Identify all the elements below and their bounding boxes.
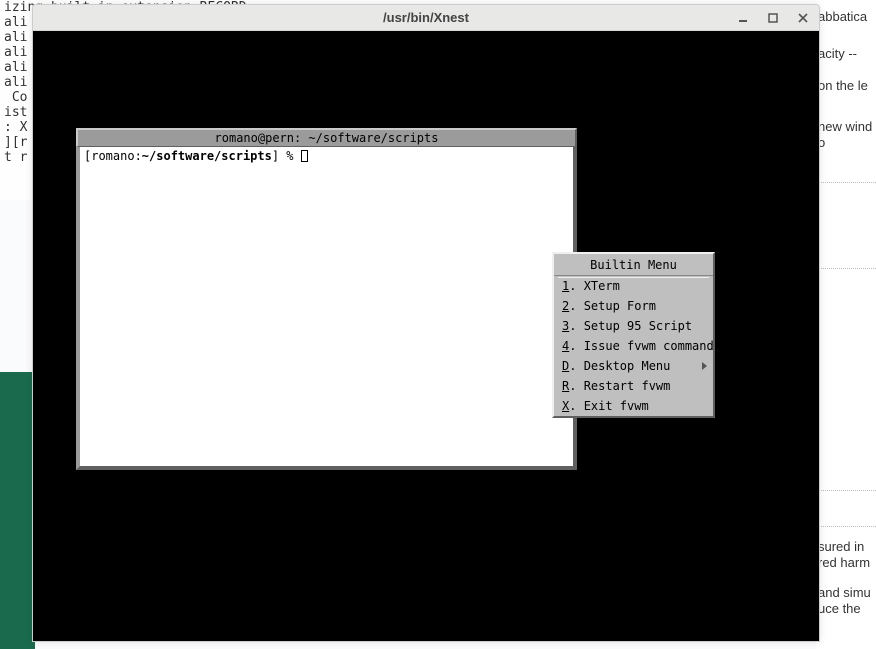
menu-item-label: Desktop Menu bbox=[584, 359, 671, 373]
xnest-titlebar[interactable]: /usr/bin/Xnest bbox=[33, 5, 819, 31]
bg-right-fragment: abbatica bbox=[818, 8, 867, 26]
xnest-title: /usr/bin/Xnest bbox=[383, 10, 469, 25]
bg-right-divider bbox=[816, 182, 876, 183]
prompt-user: [romano: bbox=[84, 149, 142, 163]
fvwm-menu-title: Builtin Menu bbox=[554, 254, 713, 276]
menu-separator: . bbox=[569, 279, 583, 293]
menu-accelerator: 3 bbox=[562, 319, 569, 333]
bg-right-fragment: red harm bbox=[818, 554, 870, 572]
fvwm-menu-item-setup-form[interactable]: 2. Setup Form bbox=[554, 296, 713, 316]
menu-separator: . bbox=[569, 379, 583, 393]
menu-item-label: Setup 95 Script bbox=[584, 319, 692, 333]
menu-accelerator: R bbox=[562, 379, 569, 393]
bg-right-fragment: uce the bbox=[818, 600, 861, 618]
bg-right-divider bbox=[816, 526, 876, 527]
menu-accelerator: 1 bbox=[562, 279, 569, 293]
bg-right-divider bbox=[816, 490, 876, 491]
fvwm-menu-item-restart-fvwm[interactable]: R. Restart fvwm bbox=[554, 376, 713, 396]
fvwm-menu-item-setup-95-script[interactable]: 3. Setup 95 Script bbox=[554, 316, 713, 336]
minimize-button[interactable] bbox=[731, 8, 755, 28]
menu-item-label: Setup Form bbox=[584, 299, 656, 313]
prompt-path: ~/software/scripts bbox=[142, 149, 272, 163]
close-icon bbox=[798, 13, 808, 23]
menu-separator: . bbox=[569, 339, 583, 353]
xnest-window: /usr/bin/Xnest romano@pern: ~/software/s… bbox=[32, 4, 820, 642]
fvwm-menu-item-exit-fvwm[interactable]: X. Exit fvwm bbox=[554, 396, 713, 416]
xterm-window: romano@pern: ~/software/scripts [romano:… bbox=[76, 128, 577, 470]
bg-right-divider bbox=[816, 268, 876, 269]
prompt-suffix: ] % bbox=[272, 149, 301, 163]
xterm-title-text: romano@pern: ~/software/scripts bbox=[215, 131, 439, 145]
menu-item-label: Issue fvwm commands bbox=[584, 339, 721, 353]
menu-accelerator: X bbox=[562, 399, 569, 413]
close-button[interactable] bbox=[791, 8, 815, 28]
menu-separator: . bbox=[569, 319, 583, 333]
menu-accelerator: 4 bbox=[562, 339, 569, 353]
menu-separator: . bbox=[569, 399, 583, 413]
background-green-panel bbox=[0, 372, 35, 649]
minimize-icon bbox=[738, 13, 748, 23]
menu-item-label: XTerm bbox=[584, 279, 620, 293]
fvwm-menu-item-issue-fvwm-commands[interactable]: 4. Issue fvwm commands bbox=[554, 336, 713, 356]
menu-separator: . bbox=[569, 359, 583, 373]
window-controls bbox=[731, 5, 815, 31]
submenu-arrow-icon bbox=[702, 362, 707, 370]
menu-separator: . bbox=[569, 299, 583, 313]
fvwm-menu-item-desktop-menu[interactable]: D. Desktop Menu bbox=[554, 356, 713, 376]
maximize-icon bbox=[768, 13, 778, 23]
background-right-panel: abbaticaacity --on the lenew windosured … bbox=[816, 0, 876, 649]
fvwm-builtin-menu: Builtin Menu 1. XTerm2. Setup Form3. Set… bbox=[552, 252, 715, 418]
bg-right-fragment: acity -- bbox=[818, 45, 857, 63]
xterm-titlebar[interactable]: romano@pern: ~/software/scripts bbox=[76, 128, 577, 147]
bg-right-fragment: new wind bbox=[818, 118, 872, 136]
menu-item-label: Exit fvwm bbox=[584, 399, 649, 413]
maximize-button[interactable] bbox=[761, 8, 785, 28]
menu-item-label: Restart fvwm bbox=[584, 379, 671, 393]
menu-accelerator: D bbox=[562, 359, 569, 373]
cursor-icon bbox=[301, 150, 308, 162]
xterm-terminal-area[interactable]: [romano:~/software/scripts] % bbox=[76, 147, 577, 470]
menu-accelerator: 2 bbox=[562, 299, 569, 313]
bg-right-fragment: on the le bbox=[818, 77, 868, 95]
xnest-root-window[interactable]: romano@pern: ~/software/scripts [romano:… bbox=[33, 31, 819, 641]
fvwm-menu-item-xterm[interactable]: 1. XTerm bbox=[554, 276, 713, 296]
